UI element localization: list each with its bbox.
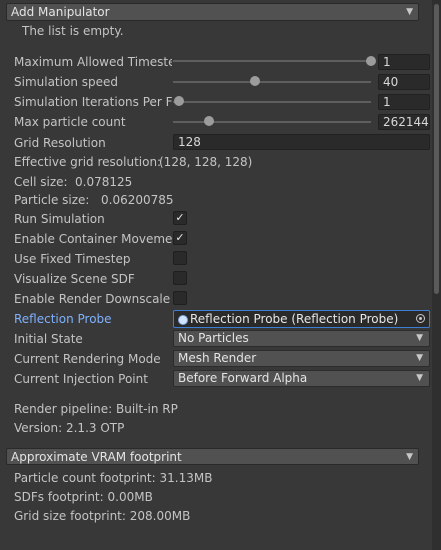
injection-point-value: Before Forward Alpha (178, 371, 308, 385)
cell-size-label: Cell size: (14, 175, 68, 189)
slider-label-simulation-speed: Simulation speed (14, 75, 118, 89)
slider-track[interactable] (173, 101, 371, 103)
injection-point-label: Current Injection Point (14, 372, 148, 386)
rendering-mode-label: Current Rendering Mode (14, 352, 161, 366)
reflection-probe-value: Reflection Probe (Reflection Probe) (190, 312, 399, 326)
slider-knob[interactable] (250, 76, 260, 86)
container-stabilization-checkbox[interactable]: ✓ (173, 231, 187, 245)
container-stabilization-label: Enable Container Movement Stabilization (14, 232, 172, 246)
fixed-timestep-label: Use Fixed Timestep (14, 252, 131, 266)
slider-knob[interactable] (174, 96, 184, 106)
vram-footprint-foldout[interactable]: Approximate VRAM footprint ▼ (6, 448, 419, 465)
reflection-probe-label: Reflection Probe (14, 312, 112, 326)
particle-footprint-text: Particle count footprint: 31.13MB (14, 471, 213, 485)
chevron-down-icon: ▼ (416, 373, 423, 383)
grid-resolution-field[interactable]: 128 (173, 134, 430, 150)
version-text: Version: 2.1.3 OTP (14, 421, 125, 435)
slider-knob[interactable] (366, 56, 376, 66)
slider-knob[interactable] (204, 116, 214, 126)
visualize-sdf-label: Visualize Scene SDF (14, 272, 135, 286)
vram-footprint-label: Approximate VRAM footprint (11, 450, 182, 464)
empty-list-message: The list is empty. (22, 24, 124, 38)
render-downscale-checkbox[interactable] (173, 291, 187, 305)
slider-label-max-particle-count: Max particle count (14, 115, 126, 129)
rendering-mode-value: Mesh Render (178, 351, 257, 365)
fixed-timestep-checkbox[interactable] (173, 251, 187, 265)
simulation-speed-field[interactable]: 40 (378, 74, 430, 90)
effective-grid-resolution-value: (128, 128, 128) (159, 155, 253, 169)
run-simulation-label: Run Simulation (14, 212, 105, 226)
reflection-probe-icon (178, 315, 188, 325)
chevron-down-icon: ▼ (406, 452, 413, 462)
slider-track[interactable] (173, 81, 371, 83)
object-picker-icon[interactable] (416, 314, 425, 323)
render-pipeline-text: Render pipeline: Built-in RP (14, 402, 178, 416)
initial-state-label: Initial State (14, 332, 83, 346)
particle-size-label: Particle size: (14, 193, 90, 207)
particle-size-value: 0.06200785 (101, 193, 174, 207)
slider-label-iterations: Simulation Iterations Per Frame (14, 95, 172, 109)
run-simulation-checkbox[interactable]: ✓ (173, 211, 187, 225)
initial-state-value: No Particles (178, 331, 249, 345)
chevron-down-icon: ▼ (416, 333, 423, 343)
render-downscale-label: Enable Render Downscale (14, 292, 171, 306)
reflection-probe-field[interactable]: Reflection Probe (Reflection Probe) (173, 310, 430, 328)
injection-point-dropdown[interactable]: Before Forward Alpha ▼ (173, 370, 430, 387)
visualize-sdf-checkbox[interactable] (173, 271, 187, 285)
slider-track[interactable] (173, 60, 371, 62)
initial-state-dropdown[interactable]: No Particles ▼ (173, 330, 430, 347)
chevron-down-icon: ▼ (406, 7, 413, 17)
grid-footprint-text: Grid size footprint: 208.00MB (14, 509, 191, 523)
scrollbar-thumb[interactable] (434, 4, 439, 294)
cell-size-value: 0.078125 (75, 175, 133, 189)
grid-resolution-label: Grid Resolution (14, 136, 106, 150)
chevron-down-icon: ▼ (416, 353, 423, 363)
max-timestep-field[interactable]: 1 (378, 54, 430, 70)
effective-grid-resolution-label: Effective grid resolution: (14, 155, 162, 169)
max-particle-count-field[interactable]: 262144 (378, 114, 430, 130)
rendering-mode-dropdown[interactable]: Mesh Render ▼ (173, 350, 430, 367)
slider-label-max-timestep: Maximum Allowed Timestep (14, 55, 172, 69)
sdf-footprint-text: SDFs footprint: 0.00MB (14, 490, 153, 504)
slider-track[interactable] (173, 121, 371, 123)
iterations-field[interactable]: 1 (378, 94, 430, 110)
add-manipulator-dropdown[interactable]: Add Manipulator ▼ (6, 3, 419, 21)
add-manipulator-label: Add Manipulator (11, 5, 110, 19)
